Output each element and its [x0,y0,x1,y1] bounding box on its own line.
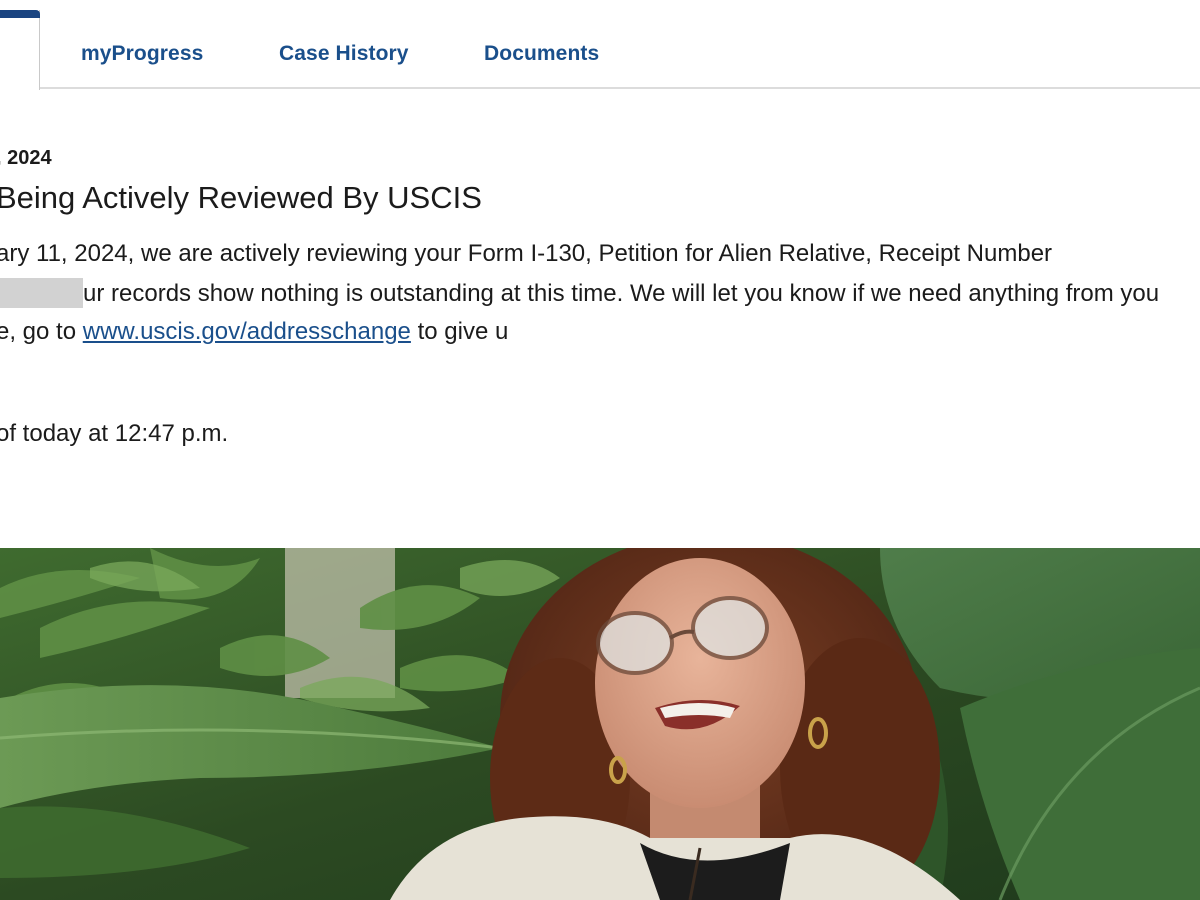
portrait-photo [0,548,1200,900]
cropped-overlay [508,316,1189,346]
case-tab-bar: myProgress Case History Documents [0,0,1200,90]
last-updated-text: of today at 12:47 p.m. [0,420,229,447]
status-description-line-2: ur records show nothing is outstanding a… [0,278,1159,308]
redacted-receipt-number [0,278,83,308]
status-description-line-1: ary 11, 2024, we are actively reviewing … [0,240,1053,267]
address-change-link[interactable]: www.uscis.gov/addresschange [83,318,411,345]
address-change-prefix: e, go to [0,318,83,345]
tab-case-status-active[interactable] [0,10,40,90]
portrait-photo-icon [0,548,1200,900]
status-description-text-2: ur records show nothing is outstanding a… [83,280,1160,307]
status-date: , 2024 [0,147,52,169]
tab-bar-divider [40,87,1200,89]
tab-documents[interactable]: Documents [484,42,599,66]
address-change-suffix: to give u [410,318,509,345]
status-description-line-3: e, go to www.uscis.gov/addresschange to … [0,316,1189,346]
status-title: Being Actively Reviewed By USCIS [0,180,482,215]
tab-case-history[interactable]: Case History [279,42,409,66]
tab-my-progress[interactable]: myProgress [81,42,203,66]
active-tab-indicator [0,10,40,18]
case-status-panel: , 2024 Being Actively Reviewed By USCIS … [0,90,1200,548]
